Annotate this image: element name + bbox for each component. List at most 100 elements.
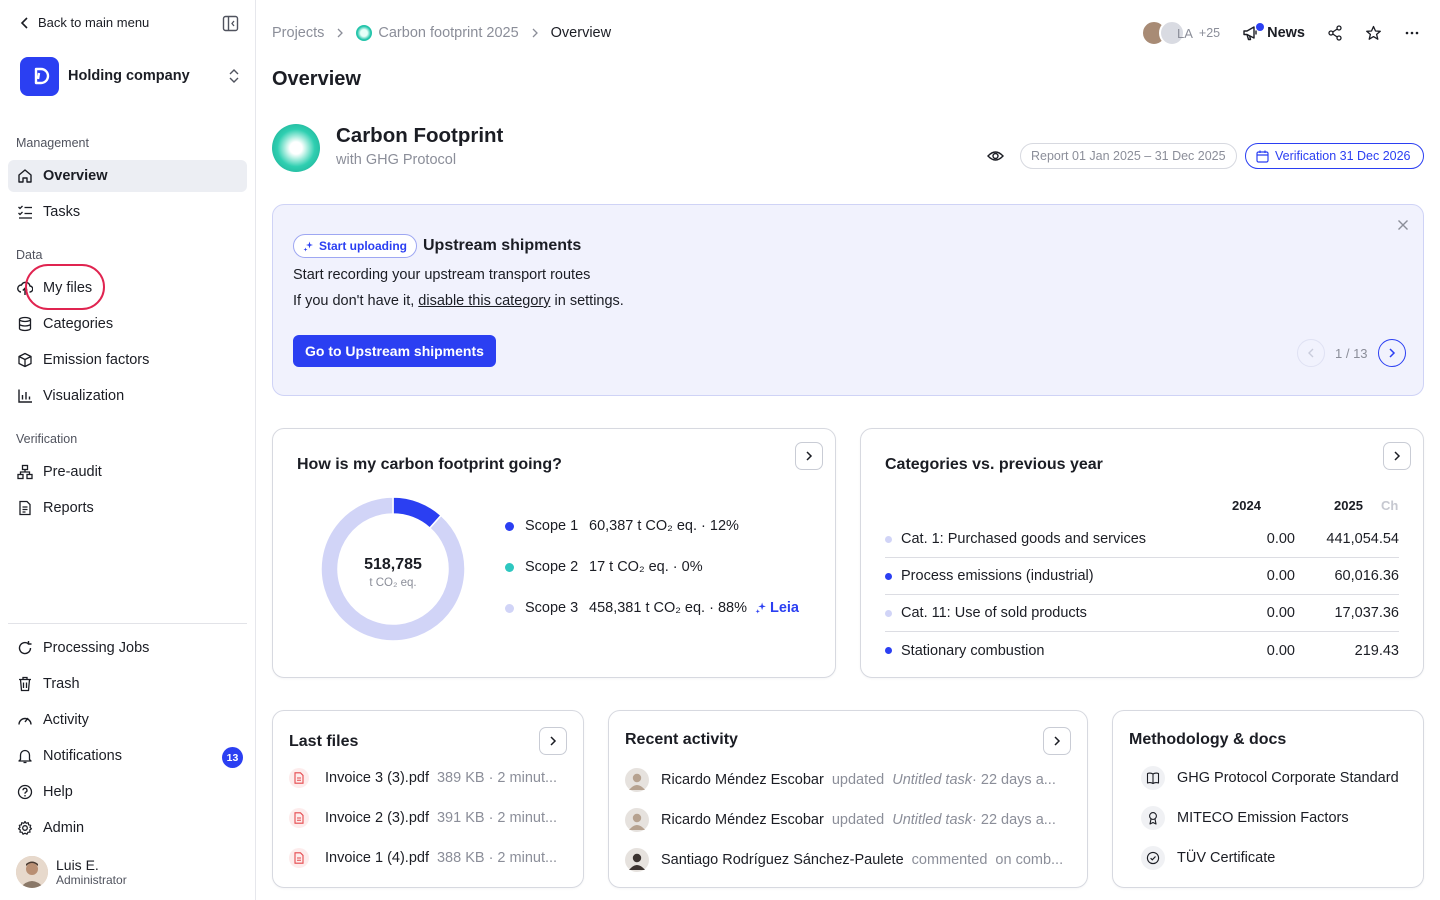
- star-icon[interactable]: [1365, 25, 1382, 41]
- news-unread-dot: [1256, 23, 1265, 31]
- list-item[interactable]: Santiago Rodríguez Sánchez-Paulete commen…: [625, 848, 1063, 872]
- sidebar-item-label: Activity: [43, 712, 89, 728]
- sidebar-item-overview[interactable]: Overview: [8, 160, 247, 192]
- scope-legend-item: Scope 3 458,381 t CO₂ eq. · 88% Leia: [505, 600, 799, 616]
- pager-label: 1 / 13: [1335, 345, 1368, 361]
- disable-category-link[interactable]: disable this category: [418, 293, 550, 309]
- members-avatars[interactable]: LA +25: [1140, 20, 1220, 46]
- user-avatar: [625, 768, 649, 792]
- doc-name: TÜV Certificate: [1177, 850, 1276, 866]
- collapse-sidebar-icon[interactable]: [222, 15, 239, 32]
- go-to-upstream-shipments-button[interactable]: Go to Upstream shipments: [293, 335, 496, 367]
- category-dot: [885, 535, 892, 543]
- tag-label: Start uploading: [319, 239, 407, 253]
- breadcrumb-project-label: Carbon footprint 2025: [378, 25, 519, 41]
- award-icon: [1141, 806, 1165, 830]
- breadcrumb-project[interactable]: Carbon footprint 2025: [356, 25, 519, 42]
- donut-total-label: 518,785: [364, 556, 422, 573]
- news-button[interactable]: News: [1242, 23, 1305, 41]
- leia-link[interactable]: Leia: [755, 600, 799, 616]
- scope-name: Scope 1: [525, 518, 579, 534]
- value-2025: 219.43: [1354, 642, 1399, 659]
- sidebar-item-emission-factors[interactable]: Emission factors: [8, 344, 247, 376]
- section-label-verification: Verification: [16, 432, 78, 446]
- sidebar-item-reports[interactable]: Reports: [8, 492, 247, 524]
- next-button[interactable]: [1377, 339, 1406, 367]
- leia-label: Leia: [769, 600, 799, 616]
- legend-dot: [505, 603, 514, 613]
- value-2025: 60,016.36: [1334, 568, 1399, 584]
- chevron-right-icon: [531, 28, 539, 38]
- doc-name: MITECO Emission Factors: [1177, 810, 1349, 826]
- activity-meta: · 22 days a...: [972, 772, 1056, 788]
- activity-action: commented: [911, 852, 988, 868]
- org-switcher[interactable]: Holding company: [20, 56, 240, 96]
- sidebar-item-admin[interactable]: Admin: [8, 812, 247, 844]
- sidebar-item-trash[interactable]: Trash: [8, 668, 247, 700]
- list-item[interactable]: GHG Protocol Corporate Standard: [1141, 766, 1399, 790]
- list-item[interactable]: Ricardo Méndez Escobar updated Untitled ta…: [625, 808, 1056, 832]
- chevron-up-down-icon: [228, 68, 240, 84]
- table-row[interactable]: Cat. 1: Purchased goods and services 0.00…: [885, 521, 1399, 558]
- sparkle-icon: [303, 241, 314, 252]
- sidebar-item-help[interactable]: Help: [8, 776, 247, 808]
- value-2024: 0.00: [1266, 568, 1295, 584]
- sidebar-item-pre-audit[interactable]: Pre-audit: [8, 456, 247, 488]
- user-profile[interactable]: Luis E. Administrator: [16, 856, 127, 888]
- scope-value: 17 t CO₂ eq. · 0%: [589, 559, 703, 575]
- list-item[interactable]: Ricardo Méndez Escobar updated Untitled ta…: [625, 768, 1056, 792]
- scope-legend-item: Scope 1 60,387 t CO₂ eq. · 12%: [505, 518, 739, 534]
- share-icon[interactable]: [1327, 25, 1343, 41]
- user-avatar: [16, 856, 48, 888]
- sidebar: Back to main menu Holding company Manage…: [0, 0, 256, 900]
- scope-donut-chart: 518,785 t CO₂ eq.: [320, 496, 466, 642]
- list-item[interactable]: Invoice 3 (3).pdf 389 KB · 2 minut...: [289, 768, 557, 788]
- chevron-left-icon: [20, 16, 30, 29]
- breadcrumb-projects[interactable]: Projects: [272, 25, 324, 41]
- sidebar-item-activity[interactable]: Activity: [8, 704, 247, 736]
- list-item[interactable]: Invoice 2 (3).pdf 391 KB · 2 minut...: [289, 808, 557, 828]
- verification-date-pill[interactable]: Verification 31 Dec 2026: [1245, 143, 1424, 169]
- checklist-icon: [17, 204, 33, 220]
- eye-icon[interactable]: [987, 148, 1004, 164]
- open-card-button[interactable]: [1043, 727, 1071, 755]
- report-period-pill[interactable]: Report 01 Jan 2025 – 31 Dec 2025: [1020, 143, 1237, 169]
- sidebar-item-visualization[interactable]: Visualization: [8, 380, 247, 412]
- document-icon: [17, 500, 33, 516]
- news-label: News: [1267, 25, 1305, 41]
- table-row[interactable]: Process emissions (industrial) 0.00 60,016…: [885, 558, 1399, 595]
- trash-icon: [17, 676, 33, 692]
- card-title: Recent activity: [625, 731, 738, 748]
- table-row[interactable]: Cat. 11: Use of sold products 0.00 17,037.…: [885, 595, 1399, 632]
- category-name: Process emissions (industrial): [901, 568, 1094, 584]
- user-avatar: [625, 808, 649, 832]
- sidebar-item-label: Visualization: [43, 388, 125, 404]
- close-icon[interactable]: [1397, 219, 1409, 231]
- activity-user: Ricardo Méndez Escobar: [661, 772, 824, 788]
- category-dot: [885, 572, 892, 580]
- value-2024: 0.00: [1266, 605, 1295, 621]
- open-card-button[interactable]: [539, 727, 567, 755]
- sidebar-item-processing-jobs[interactable]: Processing Jobs: [8, 632, 247, 664]
- scope-name: Scope 2: [525, 559, 579, 575]
- sidebar-item-tasks[interactable]: Tasks: [8, 196, 247, 228]
- file-meta: 389 KB · 2 minut...: [436, 770, 558, 786]
- chevron-right-icon: [336, 28, 344, 38]
- sidebar-item-label: Admin: [43, 820, 85, 836]
- open-card-button[interactable]: [795, 442, 823, 470]
- list-item[interactable]: Invoice 1 (4).pdf 388 KB · 2 minut...: [289, 848, 557, 868]
- table-row[interactable]: Stationary combustion 0.00 219.43: [885, 632, 1399, 669]
- user-role: Administrator: [56, 873, 127, 887]
- report-period-label: Report 01 Jan 2025 – 31 Dec 2025: [1031, 149, 1226, 163]
- sidebar-item-notifications[interactable]: Notifications 13: [8, 740, 247, 772]
- pdf-file-icon: [289, 848, 309, 868]
- prev-button[interactable]: [1297, 339, 1325, 367]
- legend-dot: [505, 562, 514, 572]
- more-horizontal-icon[interactable]: [1404, 25, 1420, 41]
- open-card-button[interactable]: [1383, 442, 1411, 470]
- back-to-main-menu-link[interactable]: Back to main menu: [20, 15, 149, 30]
- sidebar-item-categories[interactable]: Categories: [8, 308, 247, 340]
- list-item[interactable]: MITECO Emission Factors: [1141, 806, 1349, 830]
- sidebar-item-label: Overview: [43, 168, 108, 184]
- list-item[interactable]: TÜV Certificate: [1141, 846, 1275, 870]
